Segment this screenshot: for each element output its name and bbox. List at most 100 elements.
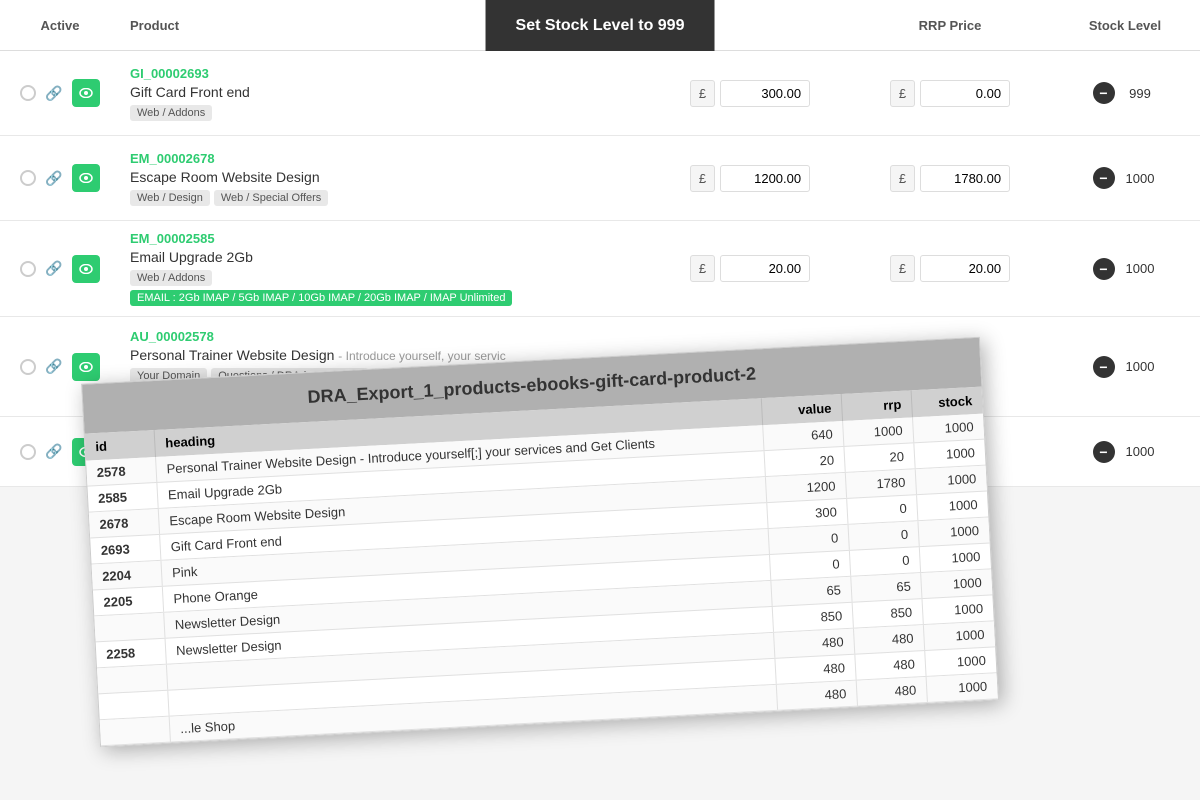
product-id-2[interactable]: EM_00002678	[130, 151, 630, 166]
export-cell-value: 20	[765, 447, 846, 476]
table-row: 🔗 EM_00002585 Email Upgrade 2Gb Web / Ad…	[0, 221, 1200, 317]
row-checkbox-3[interactable]	[20, 261, 36, 277]
export-cell-stock: 1000	[913, 414, 984, 443]
export-cell-stock: 1000	[921, 569, 992, 598]
export-cell-rrp: 480	[854, 625, 925, 654]
table-row: 🔗 EM_00002678 Escape Room Website Design…	[0, 136, 1200, 221]
export-cell-value: 0	[770, 551, 851, 580]
minus-btn-5[interactable]: −	[1093, 441, 1115, 463]
currency-symbol-2: £	[690, 165, 715, 192]
export-cell-value: 850	[773, 603, 854, 632]
eye-icon-4[interactable]	[72, 353, 100, 381]
rrp-input-3[interactable]	[920, 255, 1010, 282]
price-input-1[interactable]	[720, 80, 810, 107]
product-name-3: Email Upgrade 2Gb	[130, 249, 630, 265]
export-cell-stock: 1000	[914, 440, 985, 469]
set-stock-button[interactable]: Set Stock Level to 999	[486, 0, 715, 51]
stock-val-5: 1000	[1123, 444, 1158, 459]
product-id-1[interactable]: GI_00002693	[130, 66, 630, 81]
stock-val-2: 1000	[1123, 171, 1158, 186]
export-cell-value: 640	[763, 421, 844, 450]
table-row: 🔗 GI_00002693 Gift Card Front end Web / …	[0, 51, 1200, 136]
export-cell-value: 480	[775, 655, 856, 684]
row-product-2: EM_00002678 Escape Room Website Design W…	[120, 151, 650, 206]
export-cell-rrp: 65	[851, 573, 922, 602]
row-active-1: 🔗	[0, 79, 120, 107]
export-cell-rrp: 0	[849, 521, 920, 550]
link-icon-4[interactable]: 🔗	[44, 357, 64, 377]
rrp-currency-2: £	[890, 165, 915, 192]
price-input-2[interactable]	[720, 165, 810, 192]
header-rrp: RRP Price	[850, 18, 1050, 33]
export-cell-id	[98, 691, 169, 720]
row-checkbox-2[interactable]	[20, 170, 36, 186]
tag-3-0[interactable]: Web / Addons	[130, 270, 212, 286]
export-cell-id: 2585	[87, 483, 158, 512]
rrp-input-1[interactable]	[920, 80, 1010, 107]
row-checkbox-4[interactable]	[20, 359, 36, 375]
row-stock-2: − 1000	[1050, 167, 1200, 189]
link-icon-5[interactable]: 🔗	[44, 442, 64, 462]
export-cell-value: 1200	[766, 473, 847, 502]
row-stock-4: − 1000	[1050, 356, 1200, 378]
export-cell-value: 480	[774, 629, 855, 658]
export-cell-id	[100, 717, 171, 746]
product-tags-3: Web / Addons	[130, 270, 630, 286]
rrp-currency-1: £	[890, 80, 915, 107]
export-cell-value: 65	[771, 577, 852, 606]
export-cell-id: 2205	[93, 587, 164, 616]
row-rrp-1: £	[850, 80, 1050, 107]
export-col-stock-header: stock	[912, 387, 983, 418]
price-input-3[interactable]	[720, 255, 810, 282]
tag-2-0[interactable]: Web / Design	[130, 190, 210, 206]
rrp-input-2[interactable]	[920, 165, 1010, 192]
export-cell-stock: 1000	[920, 543, 991, 572]
link-icon-2[interactable]: 🔗	[44, 168, 64, 188]
row-checkbox-1[interactable]	[20, 85, 36, 101]
minus-btn-2[interactable]: −	[1093, 167, 1115, 189]
tag-1-0[interactable]: Web / Addons	[130, 105, 212, 121]
product-id-3[interactable]: EM_00002585	[130, 231, 630, 246]
row-checkbox-5[interactable]	[20, 444, 36, 460]
export-col-rrp-header: rrp	[842, 390, 913, 421]
export-cell-rrp: 1000	[843, 417, 914, 446]
product-name-2: Escape Room Website Design	[130, 169, 630, 185]
row-stock-3: − 1000	[1050, 258, 1200, 280]
export-cell-stock: 1000	[917, 492, 988, 521]
export-cell-rrp: 850	[853, 599, 924, 628]
product-id-4[interactable]: AU_00002578	[130, 329, 630, 344]
rrp-currency-3: £	[890, 255, 915, 282]
export-cell-value: 480	[777, 681, 858, 710]
export-cell-rrp: 1780	[846, 469, 917, 498]
stock-val-1: 999	[1123, 86, 1158, 101]
stock-val-3: 1000	[1123, 261, 1158, 276]
eye-icon-1[interactable]	[72, 79, 100, 107]
currency-symbol-3: £	[690, 255, 715, 282]
row-active-3: 🔗	[0, 255, 120, 283]
row-stock-5: − 1000	[1050, 441, 1200, 463]
export-cell-stock: 1000	[916, 466, 987, 495]
export-cell-id: 2578	[86, 457, 157, 486]
export-cell-id	[94, 613, 165, 642]
export-cell-rrp: 480	[855, 651, 926, 680]
row-price-1: £	[650, 80, 850, 107]
eye-icon-2[interactable]	[72, 164, 100, 192]
product-tags-1: Web / Addons	[130, 105, 630, 121]
export-cell-stock: 1000	[927, 673, 998, 702]
export-cell-rrp: 0	[847, 495, 918, 524]
minus-btn-1[interactable]: −	[1093, 82, 1115, 104]
row-price-2: £	[650, 165, 850, 192]
minus-btn-4[interactable]: −	[1093, 356, 1115, 378]
link-icon-1[interactable]: 🔗	[44, 83, 64, 103]
minus-btn-3[interactable]: −	[1093, 258, 1115, 280]
tag-3-green[interactable]: EMAIL : 2Gb IMAP / 5Gb IMAP / 10Gb IMAP …	[130, 290, 512, 306]
export-col-value-header: value	[762, 394, 843, 425]
tag-2-1[interactable]: Web / Special Offers	[214, 190, 328, 206]
eye-icon-3[interactable]	[72, 255, 100, 283]
export-cell-rrp: 480	[857, 677, 928, 706]
export-cell-id	[97, 665, 168, 694]
export-cell-id: 2258	[96, 639, 167, 668]
row-rrp-2: £	[850, 165, 1050, 192]
link-icon-3[interactable]: 🔗	[44, 259, 64, 279]
header-active: Active	[0, 18, 120, 33]
